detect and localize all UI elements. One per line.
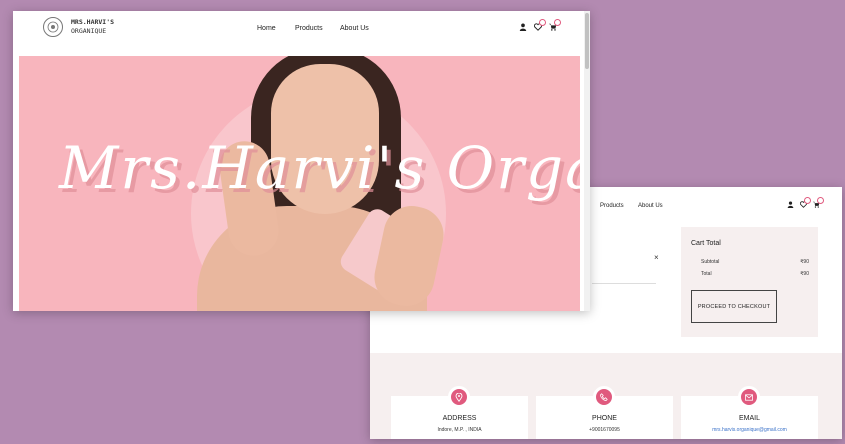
- subtotal-label: Subtotal: [701, 259, 720, 265]
- site-logo[interactable]: MRS.HARVI'S ORGANIQUE: [43, 17, 114, 37]
- cart-icon[interactable]: [813, 197, 824, 210]
- email-link[interactable]: mrs.harvis.organique@gmail.com: [681, 427, 818, 433]
- phone-icon: [593, 386, 615, 408]
- address-title: ADDRESS: [442, 415, 477, 422]
- contact-section: ADDRESS Indore, M.P. , INDIA PHONE +9001…: [370, 353, 842, 439]
- header-icons: [519, 19, 561, 33]
- nav-products[interactable]: Products: [295, 25, 323, 32]
- subtotal-row: Subtotal ₹90: [701, 259, 809, 265]
- nav-about-us[interactable]: About Us: [340, 25, 369, 32]
- logo-text: MRS.HARVI'S ORGANIQUE: [71, 18, 114, 36]
- subtotal-value: ₹90: [800, 259, 809, 265]
- hero-brand-script: Mrs.Harvi's Organique: [59, 134, 580, 202]
- cart-total-title: Cart Total: [691, 240, 721, 247]
- proceed-to-checkout-button[interactable]: PROCEED TO CHECKOUT: [691, 290, 777, 323]
- nav-products[interactable]: Products: [600, 203, 624, 209]
- home-page-window: MRS.HARVI'S ORGANIQUE Home Products Abou…: [13, 11, 590, 311]
- total-value: ₹90: [800, 271, 809, 277]
- mail-icon: [738, 386, 760, 408]
- nav-about-us[interactable]: About Us: [638, 203, 663, 209]
- total-label: Total: [701, 271, 712, 277]
- logo-line-2: ORGANIQUE: [71, 27, 107, 35]
- total-row: Total ₹90: [701, 271, 809, 277]
- wishlist-icon[interactable]: [533, 19, 546, 33]
- user-icon[interactable]: [519, 23, 527, 33]
- hero-banner: Mrs.Harvi's Organique: [19, 56, 580, 311]
- logo-line-1: MRS.HARVI'S: [71, 18, 115, 26]
- divider: [592, 283, 656, 284]
- remove-item-button[interactable]: ×: [654, 253, 659, 262]
- phone-title: PHONE: [592, 415, 617, 422]
- nav-home[interactable]: Home: [257, 25, 276, 32]
- cart-total-panel: Cart Total Subtotal ₹90 Total ₹90 PROCEE…: [681, 227, 818, 337]
- address-value: Indore, M.P. , INDIA: [437, 427, 482, 433]
- phone-value: +9001670095: [589, 427, 620, 433]
- user-icon[interactable]: [787, 201, 794, 210]
- logo-emblem-icon: [43, 17, 63, 37]
- page-scrollbar[interactable]: [584, 11, 590, 311]
- scrollbar-thumb[interactable]: [585, 13, 589, 69]
- wishlist-icon[interactable]: [799, 197, 811, 210]
- location-pin-icon: [448, 386, 470, 408]
- email-title: EMAIL: [738, 415, 760, 422]
- header-icons: [787, 197, 824, 210]
- cart-icon[interactable]: [549, 19, 561, 33]
